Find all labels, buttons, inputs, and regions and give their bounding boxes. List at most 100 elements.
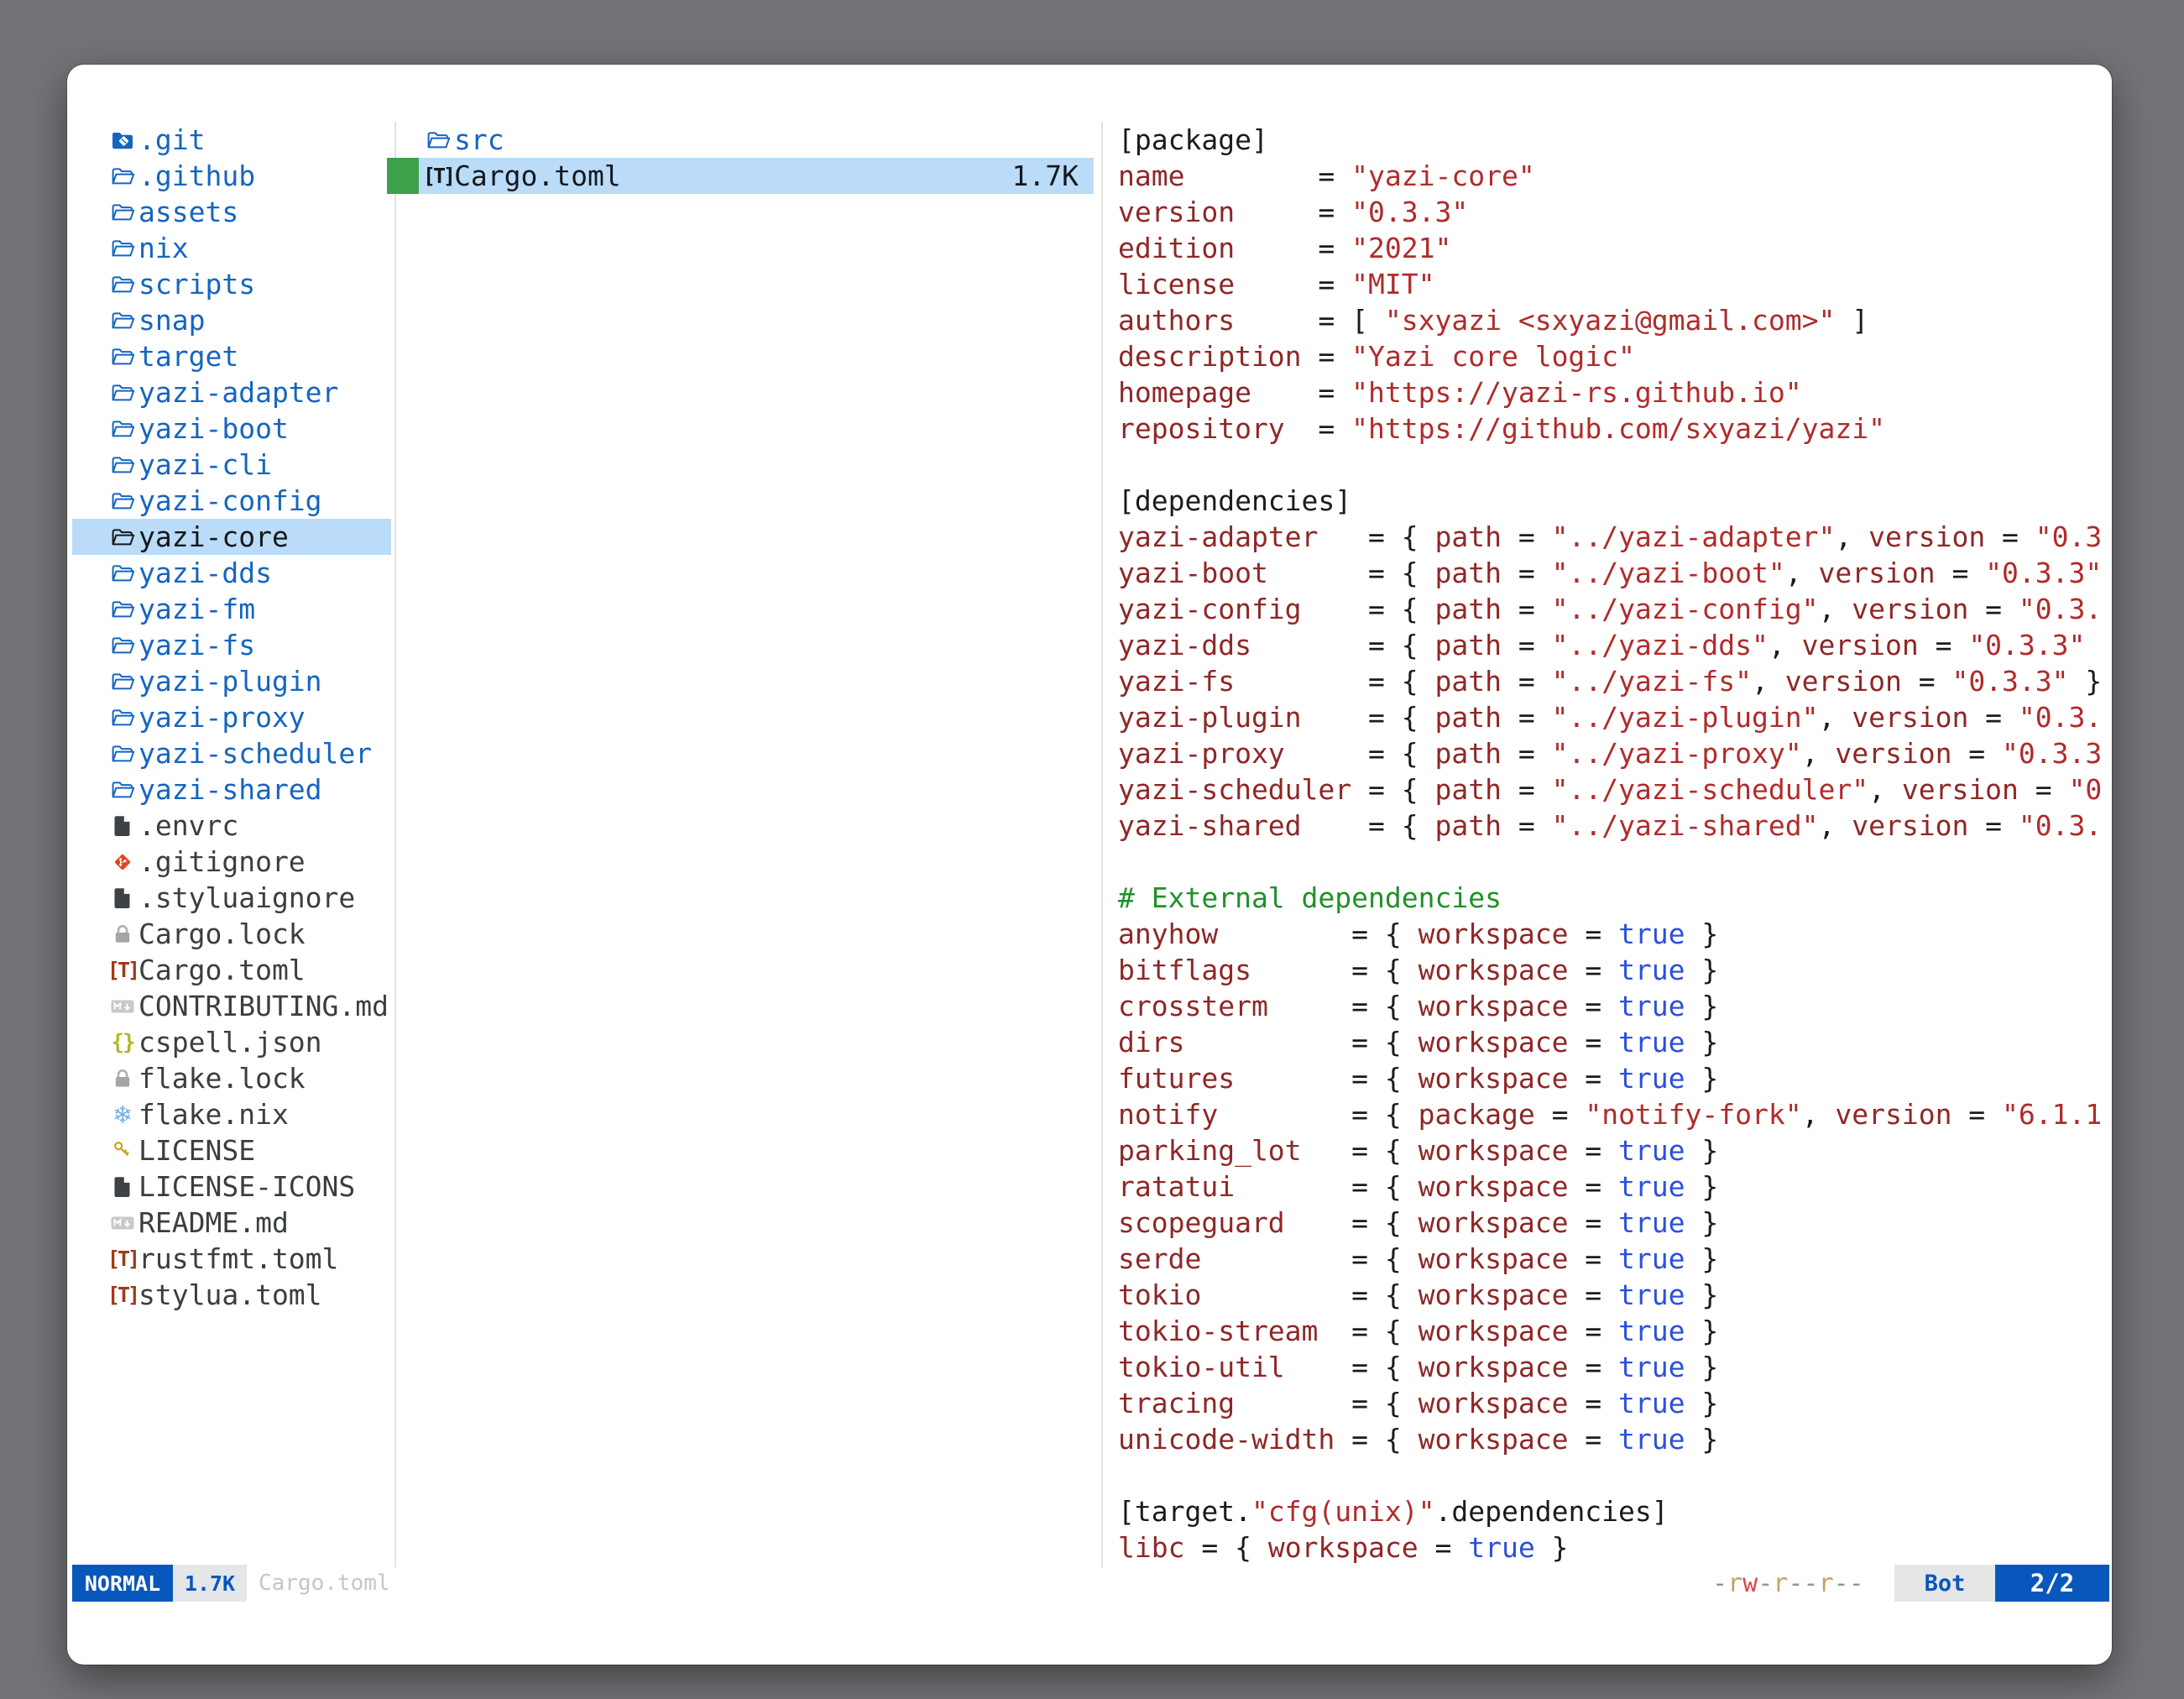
dir-row-yazi-plugin[interactable]: yazi-plugin xyxy=(72,663,391,699)
file-row-contributing-md[interactable]: CONTRIBUTING.md xyxy=(72,988,391,1024)
folder-open-icon xyxy=(107,266,138,302)
dir-row-snap[interactable]: snap xyxy=(72,302,391,338)
dir-row-scripts[interactable]: scripts xyxy=(72,266,391,302)
preview-line: license = "MIT" xyxy=(1118,266,2108,302)
marker-spacer xyxy=(387,122,419,158)
entry-label: rustfmt.toml xyxy=(138,1241,338,1277)
file-row-license-icons[interactable]: LICENSE-ICONS xyxy=(72,1168,391,1205)
markdown-icon xyxy=(107,1205,138,1241)
file-row-flake-nix[interactable]: ❄flake.nix xyxy=(72,1096,391,1132)
toml-icon: [T] xyxy=(107,952,138,988)
dir-row-yazi-core[interactable]: yazi-core xyxy=(72,519,391,555)
dir-row--git[interactable]: .git xyxy=(72,122,391,158)
dir-row--github[interactable]: .github xyxy=(72,158,391,194)
preview-line: yazi-config = { path = "../yazi-config",… xyxy=(1118,591,2108,627)
entry-label: yazi-proxy xyxy=(138,699,306,735)
preview-line: version = "0.3.3" xyxy=(1118,194,2108,230)
dir-row-yazi-shared[interactable]: yazi-shared xyxy=(72,771,391,808)
file-row-cspell-json[interactable]: {}cspell.json xyxy=(72,1024,391,1060)
folder-open-icon xyxy=(107,447,138,483)
preview-line: homepage = "https://yazi-rs.github.io" xyxy=(1118,374,2108,410)
file-row-license[interactable]: LICENSE xyxy=(72,1132,391,1168)
preview-line: dirs = { workspace = true } xyxy=(1118,1024,2108,1060)
entry-label: .git xyxy=(138,122,205,158)
entry-label: assets xyxy=(138,194,238,230)
dir-row-src[interactable]: src xyxy=(387,122,1094,158)
preview-line xyxy=(1118,844,2108,880)
file-row--envrc[interactable]: .envrc xyxy=(72,808,391,844)
dir-row-yazi-boot[interactable]: yazi-boot xyxy=(72,410,391,447)
file-row-cargo-toml[interactable]: [T]Cargo.toml1.7K xyxy=(387,158,1094,194)
folder-open-icon xyxy=(107,735,138,771)
dir-row-yazi-proxy[interactable]: yazi-proxy xyxy=(72,699,391,735)
file-row-flake-lock[interactable]: flake.lock xyxy=(72,1060,391,1096)
mode-badge: NORMAL xyxy=(72,1565,173,1602)
preview-line: description = "Yazi core logic" xyxy=(1118,338,2108,374)
folder-open-icon xyxy=(107,410,138,447)
folder-open-icon xyxy=(107,194,138,230)
git-icon xyxy=(107,844,138,880)
dir-row-yazi-cli[interactable]: yazi-cli xyxy=(72,447,391,483)
git-folder-icon xyxy=(107,122,138,158)
file-row-stylua-toml[interactable]: [T]stylua.toml xyxy=(72,1277,391,1313)
preview-line xyxy=(1118,447,2108,483)
parent-directory-pane: .git.githubassetsnixscriptssnaptargetyaz… xyxy=(72,122,391,1313)
folder-open-icon xyxy=(107,627,138,663)
entry-label: yazi-scheduler xyxy=(138,735,372,771)
folder-open-icon xyxy=(107,230,138,266)
entry-label: nix xyxy=(138,230,189,266)
folder-open-icon xyxy=(422,122,454,158)
file-row-cargo-lock[interactable]: Cargo.lock xyxy=(72,916,391,952)
dir-row-assets[interactable]: assets xyxy=(72,194,391,230)
entry-label: stylua.toml xyxy=(138,1277,322,1313)
preview-line: yazi-shared = { path = "../yazi-shared",… xyxy=(1118,808,2108,844)
entry-label: .styluaignore xyxy=(138,880,355,916)
file-row-cargo-toml[interactable]: [T]Cargo.toml xyxy=(72,952,391,988)
folder-open-icon xyxy=(107,158,138,194)
status-bar: NORMAL 1.7K Cargo.toml -rw-r--r-- Bot 2/… xyxy=(67,1565,2112,1602)
dir-row-target[interactable]: target xyxy=(72,338,391,374)
folder-open-icon xyxy=(107,374,138,410)
yazi-window: .git.githubassetsnixscriptssnaptargetyaz… xyxy=(67,65,2112,1665)
preview-line: parking_lot = { workspace = true } xyxy=(1118,1132,2108,1168)
dir-row-yazi-fs[interactable]: yazi-fs xyxy=(72,627,391,663)
entry-label: CONTRIBUTING.md xyxy=(138,988,389,1024)
file-row-readme-md[interactable]: README.md xyxy=(72,1205,391,1241)
entry-label: yazi-fs xyxy=(138,627,255,663)
dir-row-yazi-config[interactable]: yazi-config xyxy=(72,483,391,519)
markdown-icon xyxy=(107,988,138,1024)
toml-icon: [T] xyxy=(107,1277,138,1313)
file-icon xyxy=(107,1168,138,1205)
dir-row-yazi-dds[interactable]: yazi-dds xyxy=(72,555,391,591)
file-row-rustfmt-toml[interactable]: [T]rustfmt.toml xyxy=(72,1241,391,1277)
preview-line: bitflags = { workspace = true } xyxy=(1118,952,2108,988)
file-row--styluaignore[interactable]: .styluaignore xyxy=(72,880,391,916)
file-icon xyxy=(107,880,138,916)
entry-label: yazi-core xyxy=(138,519,289,555)
preview-line: yazi-scheduler = { path = "../yazi-sched… xyxy=(1118,771,2108,808)
preview-line: yazi-proxy = { path = "../yazi-proxy", v… xyxy=(1118,735,2108,771)
entry-label: Cargo.toml xyxy=(454,158,621,194)
entry-label: yazi-boot xyxy=(138,410,289,447)
dir-row-yazi-adapter[interactable]: yazi-adapter xyxy=(72,374,391,410)
preview-line: unicode-width = { workspace = true } xyxy=(1118,1421,2108,1457)
dir-row-yazi-scheduler[interactable]: yazi-scheduler xyxy=(72,735,391,771)
entry-label: src xyxy=(454,122,504,158)
dir-row-nix[interactable]: nix xyxy=(72,230,391,266)
preview-line: tracing = { workspace = true } xyxy=(1118,1385,2108,1421)
preview-line: tokio-util = { workspace = true } xyxy=(1118,1349,2108,1385)
json-icon: {} xyxy=(107,1024,138,1060)
preview-line: [target."cfg(unix)".dependencies] xyxy=(1118,1493,2108,1529)
entry-label: yazi-cli xyxy=(138,447,272,483)
preview-line: yazi-adapter = { path = "../yazi-adapter… xyxy=(1118,519,2108,555)
entry-label: cspell.json xyxy=(138,1024,322,1060)
preview-line xyxy=(1118,1457,2108,1493)
preview-line: [package] xyxy=(1118,122,2108,158)
preview-line: [dependencies] xyxy=(1118,483,2108,519)
dir-row-yazi-fm[interactable]: yazi-fm xyxy=(72,591,391,627)
folder-open-icon xyxy=(107,591,138,627)
entry-label: Cargo.toml xyxy=(138,952,306,988)
entry-label: .gitignore xyxy=(138,844,306,880)
preview-line: # External dependencies xyxy=(1118,880,2108,916)
file-row--gitignore[interactable]: .gitignore xyxy=(72,844,391,880)
